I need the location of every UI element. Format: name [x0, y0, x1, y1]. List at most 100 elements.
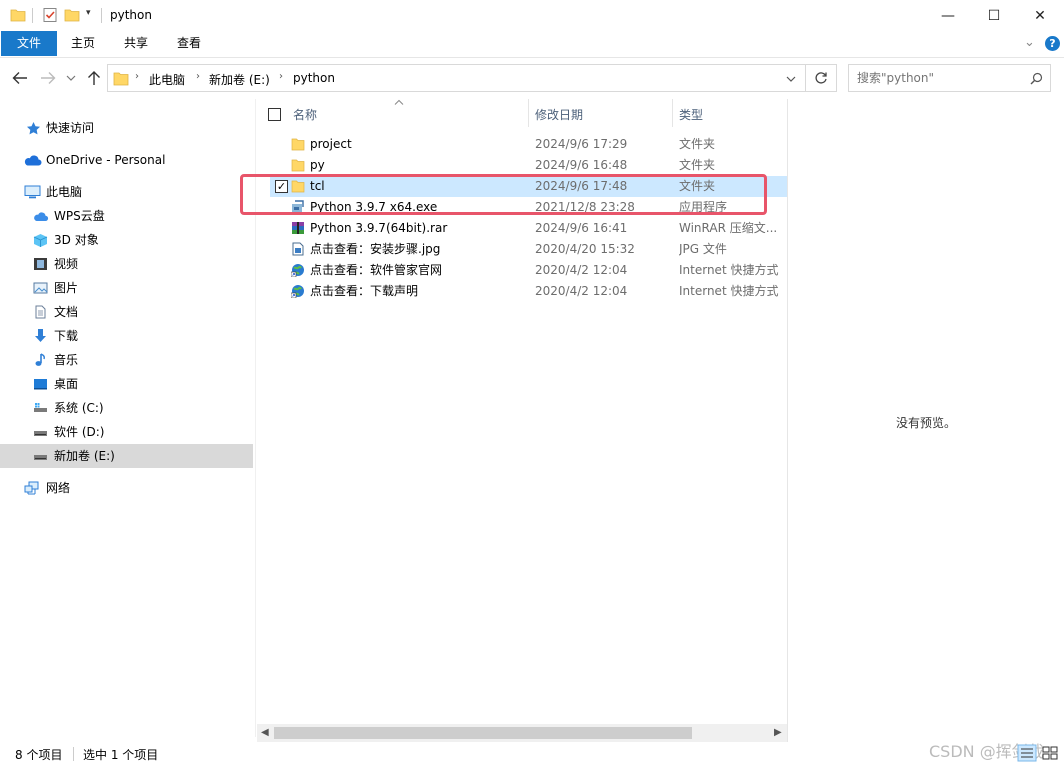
column-header-type[interactable]: 类型	[679, 108, 703, 130]
scroll-left-icon[interactable]: ◀	[261, 727, 269, 738]
nav-label: 新加卷 (E:)	[54, 449, 115, 463]
column-divider[interactable]	[528, 99, 529, 127]
tab-file[interactable]: 文件	[1, 31, 57, 56]
properties-icon[interactable]	[42, 7, 58, 23]
status-selected-count: 选中 1 个项目	[83, 748, 159, 762]
nav-this-pc[interactable]: 此电脑	[0, 180, 253, 204]
file-name: 点击查看：软件管家官网	[310, 263, 443, 277]
nav-label: 下载	[54, 329, 79, 343]
select-all-checkbox[interactable]	[268, 108, 281, 121]
nav-downloads[interactable]: 下载	[0, 324, 253, 348]
nav-drive-d[interactable]: 软件 (D:)	[0, 420, 253, 444]
address-dropdown-chevron-icon[interactable]	[786, 75, 796, 83]
breadcrumb-python[interactable]: python	[293, 71, 335, 85]
ribbon-expand-icon[interactable]: ⌄	[1024, 35, 1035, 50]
file-type: 文件夹	[679, 158, 716, 172]
breadcrumb-drive-e[interactable]: 新加卷 (E:)	[209, 71, 270, 88]
status-bar: 8 个项目 选中 1 个项目 CSDN @挥剑截	[0, 742, 1064, 766]
minimize-button[interactable]: —	[925, 0, 971, 31]
folder-icon	[113, 72, 129, 86]
preview-pane: 没有预览。	[788, 99, 1064, 737]
tab-share[interactable]: 共享	[113, 31, 159, 56]
music-note-icon	[35, 353, 45, 366]
file-name: py	[310, 158, 325, 172]
file-row[interactable]: project 2024/9/6 17:29 文件夹	[270, 134, 787, 155]
scrollbar-thumb[interactable]	[274, 727, 692, 739]
nav-label: 3D 对象	[54, 233, 99, 247]
title-bar: ▾ python — ☐ ✕	[0, 0, 1064, 31]
file-row[interactable]: 点击查看：软件管家官网 2020/4/2 12:04 Internet 快捷方式	[270, 260, 787, 281]
nav-label: 快速访问	[46, 121, 95, 135]
address-bar[interactable]: › 此电脑 › 新加卷 (E:) › python	[107, 64, 806, 92]
up-arrow-icon[interactable]	[87, 70, 101, 86]
search-input[interactable]	[857, 71, 1017, 85]
file-date: 2024/9/6 16:41	[535, 221, 628, 235]
navigation-pane: 快速访问 OneDrive - Personal 此电脑 WPS云盘 3D 对象…	[0, 99, 255, 737]
nav-quick-access[interactable]: 快速访问	[0, 116, 253, 140]
tab-view[interactable]: 查看	[166, 31, 212, 56]
file-row[interactable]: py 2024/9/6 16:48 文件夹	[270, 155, 787, 176]
cloud-icon	[24, 155, 42, 166]
wps-cloud-icon	[34, 212, 49, 221]
file-date: 2020/4/2 12:04	[535, 263, 628, 277]
help-button[interactable]: ?	[1045, 36, 1060, 51]
breadcrumb-this-pc[interactable]: 此电脑	[149, 71, 185, 88]
file-row[interactable]: Python 3.9.7(64bit).rar 2024/9/6 16:41 W…	[270, 218, 787, 239]
scroll-right-icon[interactable]: ▶	[774, 727, 782, 738]
tab-home[interactable]: 主页	[60, 31, 106, 56]
nav-3d-objects[interactable]: 3D 对象	[0, 228, 253, 252]
nav-label: 此电脑	[46, 185, 83, 199]
nav-pictures[interactable]: 图片	[0, 276, 253, 300]
customize-toolbar-dropdown[interactable]: ▾	[86, 8, 91, 18]
nav-label: 视频	[54, 257, 79, 271]
internet-shortcut-icon	[291, 285, 304, 298]
breadcrumb-separator-icon: ›	[196, 71, 200, 82]
refresh-button[interactable]	[806, 64, 837, 92]
file-date: 2024/9/6 16:48	[535, 158, 628, 172]
file-row[interactable]: 点击查看：下载声明 2020/4/2 12:04 Internet 快捷方式	[270, 281, 787, 302]
network-icon	[24, 481, 39, 495]
drive-icon	[34, 455, 47, 460]
nav-network[interactable]: 网络	[0, 476, 253, 500]
winrar-icon	[292, 222, 304, 234]
search-box[interactable]	[848, 64, 1051, 92]
column-divider[interactable]	[672, 99, 673, 127]
nav-desktop[interactable]: 桌面	[0, 372, 253, 396]
divider	[101, 8, 102, 23]
back-arrow-icon[interactable]	[12, 71, 28, 85]
file-type: WinRAR 压缩文...	[679, 221, 778, 235]
close-button[interactable]: ✕	[1017, 0, 1063, 31]
forward-arrow-icon[interactable]	[40, 71, 56, 85]
maximize-button[interactable]: ☐	[971, 0, 1017, 31]
nav-label: 网络	[46, 481, 71, 495]
status-item-count: 8 个项目	[15, 748, 63, 762]
new-folder-icon[interactable]	[64, 7, 80, 23]
download-arrow-icon	[35, 329, 46, 342]
nav-wps-cloud[interactable]: WPS云盘	[0, 204, 253, 228]
folder-icon	[291, 138, 305, 151]
system-drive-icon	[34, 403, 47, 412]
nav-music[interactable]: 音乐	[0, 348, 253, 372]
horizontal-scrollbar[interactable]: ◀ ▶	[257, 724, 787, 742]
nav-onedrive[interactable]: OneDrive - Personal	[0, 148, 253, 172]
folder-icon	[291, 159, 305, 172]
file-date: 2020/4/2 12:04	[535, 284, 628, 298]
file-type: Internet 快捷方式	[679, 284, 779, 298]
internet-shortcut-icon	[291, 264, 304, 277]
nav-videos[interactable]: 视频	[0, 252, 253, 276]
nav-documents[interactable]: 文档	[0, 300, 253, 324]
large-icons-view-icon[interactable]	[1040, 744, 1060, 762]
details-view-icon[interactable]	[1017, 744, 1037, 762]
nav-drive-e[interactable]: 新加卷 (E:)	[0, 444, 253, 468]
column-header-name[interactable]: 名称	[293, 108, 317, 130]
folder-icon	[10, 9, 26, 22]
file-name: 点击查看：安装步骤.jpg	[310, 242, 441, 256]
image-file-icon	[292, 242, 304, 256]
search-icon[interactable]	[1030, 72, 1043, 85]
recent-locations-chevron-icon[interactable]	[66, 74, 76, 82]
nav-drive-c[interactable]: 系统 (C:)	[0, 396, 253, 420]
film-icon	[34, 258, 47, 270]
column-header-date[interactable]: 修改日期	[535, 108, 583, 130]
breadcrumb-separator-icon: ›	[279, 71, 283, 82]
file-row[interactable]: 点击查看：安装步骤.jpg 2020/4/20 15:32 JPG 文件	[270, 239, 787, 260]
